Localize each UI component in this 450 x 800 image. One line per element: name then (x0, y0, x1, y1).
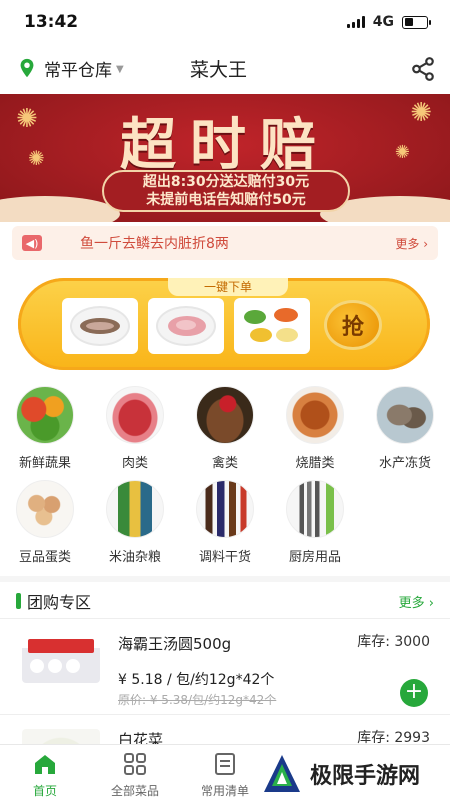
status-bar: 13:42 4G (0, 0, 450, 44)
category-item[interactable]: 烧腊类 (275, 386, 355, 471)
quick-order-label: 一键下单 (168, 278, 288, 296)
signal-icon (346, 16, 365, 28)
category-label: 厨房用品 (288, 550, 341, 565)
add-to-cart-button[interactable]: + (400, 679, 428, 707)
chevron-down-icon[interactable]: ▼ (116, 64, 124, 75)
meat-icon (106, 386, 164, 444)
tab-common-list[interactable]: 常用清单 (180, 745, 270, 800)
group-buy-more-link[interactable]: 更多 › (399, 592, 434, 611)
watermark-logo-icon (264, 755, 300, 792)
notice-more-link[interactable]: 更多 › (395, 235, 428, 252)
quick-order-item-image[interactable] (234, 298, 310, 354)
category-item[interactable]: 水产冻货 (365, 386, 445, 471)
category-label: 豆品蛋类 (18, 550, 71, 565)
category-label: 禽类 (211, 456, 238, 471)
banner-headline: 超时赔 (120, 112, 330, 178)
watermark-text: 极限手游网 (310, 764, 421, 789)
home-icon (35, 755, 55, 774)
section-accent-bar (16, 593, 21, 609)
category-item[interactable]: 豆品蛋类 (5, 480, 85, 565)
category-label: 肉类 (121, 456, 148, 471)
banner-term-line: 超出8:30分送达赔付30元 (142, 174, 310, 190)
battery-icon (402, 15, 431, 29)
speaker-icon: ◀) (22, 235, 42, 251)
promo-banner[interactable]: ✺ ✺ ✺ ✺ 超时赔 超出8:30分送达赔付30元 未提前电话告知赔付50元 (0, 94, 450, 222)
app-title: 菜大王 (190, 58, 248, 81)
category-label: 烧腊类 (295, 456, 335, 471)
notice-bar[interactable]: ◀) 鱼一斤去鳞去内脏折8两 更多 › (12, 226, 438, 260)
quick-order-item-image[interactable] (62, 298, 138, 354)
section-title: 团购专区 (27, 593, 92, 612)
section-divider (0, 576, 450, 582)
roast-meat-icon (286, 386, 344, 444)
product-price: ¥ 5.18 / 包/约12g*42个 (118, 672, 275, 688)
category-label: 新鲜蔬果 (18, 456, 71, 471)
share-icon[interactable] (410, 56, 436, 82)
product-stock: 库存: 3000 (357, 634, 430, 650)
seasoning-icon (196, 480, 254, 538)
category-item[interactable]: 禽类 (185, 386, 265, 471)
grid-icon (124, 753, 146, 775)
category-item[interactable]: 厨房用品 (275, 480, 355, 565)
location-pin-icon (20, 58, 34, 78)
vegetable-icon (16, 386, 74, 444)
category-item[interactable]: 肉类 (95, 386, 175, 471)
list-icon (215, 753, 235, 775)
status-time: 13:42 (24, 12, 79, 32)
notice-text: 鱼一斤去鳞去内脏折8两 (80, 236, 229, 252)
network-label: 4G (372, 14, 394, 30)
tab-label: 全部菜品 (110, 784, 159, 798)
category-label: 水产冻货 (378, 456, 431, 471)
tab-label: 常用清单 (200, 784, 249, 798)
banner-terms: 超出8:30分送达赔付30元 未提前电话告知赔付50元 (102, 170, 350, 212)
kitchenware-icon (286, 480, 344, 538)
grab-button[interactable]: 抢 (324, 300, 382, 350)
category-label: 米油杂粮 (108, 550, 161, 565)
category-label: 调料干货 (198, 550, 251, 565)
tab-label: 首页 (32, 784, 57, 798)
product-original-price: 原价: ¥ 5.38/包/约12g*42个 (118, 693, 277, 707)
poultry-icon (196, 386, 254, 444)
category-item[interactable]: 新鲜蔬果 (5, 386, 85, 471)
quick-order-item-image[interactable] (148, 298, 224, 354)
product-row[interactable]: 海霸王汤圆500g 库存: 3000 ¥ 5.18 / 包/约12g*42个 原… (0, 618, 450, 714)
product-image (22, 633, 100, 683)
banner-term-line: 未提前电话告知赔付50元 (146, 192, 306, 208)
tab-home[interactable]: 首页 (0, 745, 90, 800)
top-header: 常平仓库 ▼ 菜大王 (0, 44, 450, 92)
group-buy-header: 团购专区 更多 › (0, 586, 450, 616)
egg-icon (16, 480, 74, 538)
tab-all-dishes[interactable]: 全部菜品 (90, 745, 180, 800)
banner-cloud (0, 196, 120, 222)
seafood-icon (376, 386, 434, 444)
status-indicators: 4G (346, 14, 431, 30)
category-item[interactable]: 米油杂粮 (95, 480, 175, 565)
category-item[interactable]: 调料干货 (185, 480, 265, 565)
product-name: 海霸王汤圆500g (118, 635, 232, 653)
warehouse-selector[interactable]: 常平仓库 (44, 56, 112, 81)
quick-order-card[interactable]: 一键下单 抢 (18, 278, 430, 370)
site-watermark: 极限手游网 (258, 748, 450, 800)
rice-oil-icon (106, 480, 164, 538)
